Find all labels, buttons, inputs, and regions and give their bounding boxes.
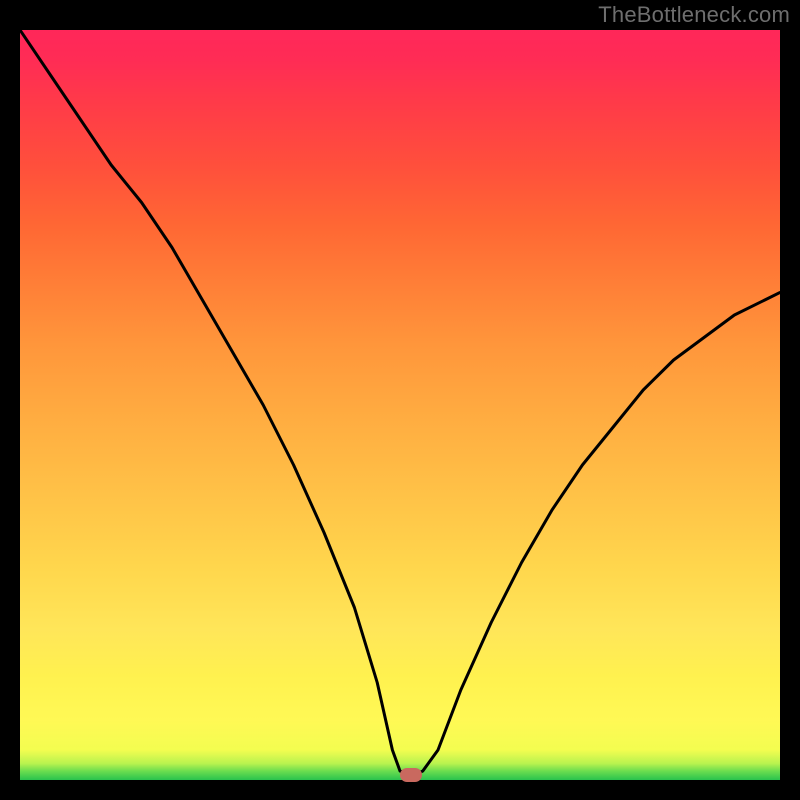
watermark-label: TheBottleneck.com [598,2,790,28]
chart-frame: TheBottleneck.com [0,0,800,800]
curve-path [20,30,780,775]
bottleneck-curve [20,30,780,780]
plot-area [20,30,780,780]
optimum-marker [400,768,422,782]
